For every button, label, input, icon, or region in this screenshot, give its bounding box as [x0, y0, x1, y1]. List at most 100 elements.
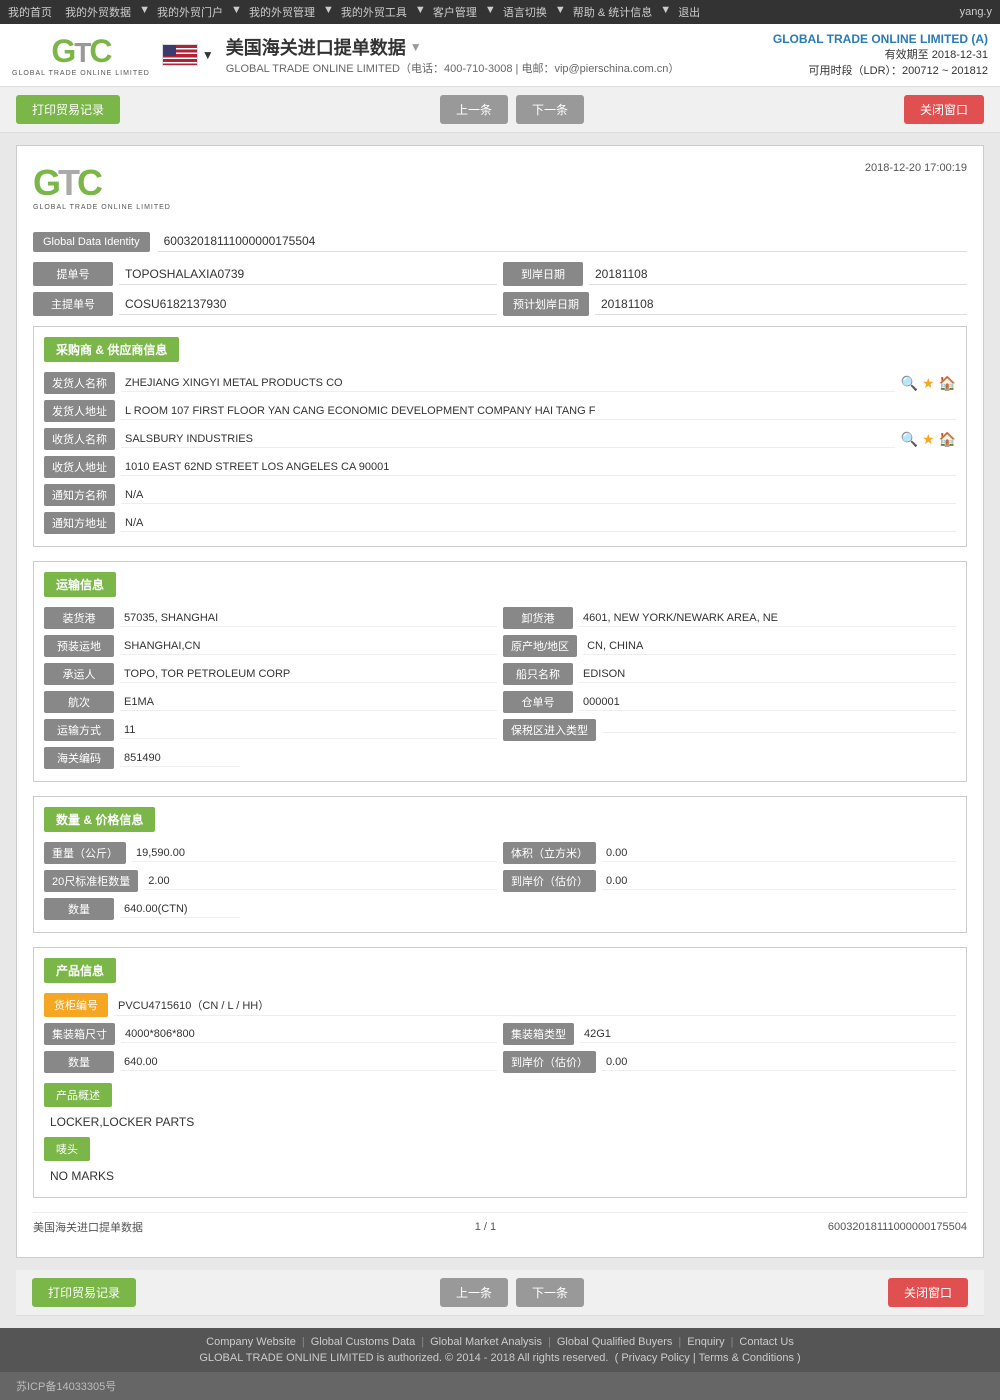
receiver-addr-row: 收货人地址 1010 EAST 62ND STREET LOS ANGELES … — [44, 456, 956, 478]
bill-no-field: 提单号 TOPOSHALAXIA0739 — [33, 262, 497, 286]
toolbar-left: 打印贸易记录 — [16, 95, 120, 124]
vessel-field: 船只名称 EDISON — [503, 663, 956, 685]
next-button-bottom[interactable]: 下一条 — [516, 1278, 584, 1307]
bill-row: 提单号 TOPOSHALAXIA0739 到岸日期 20181108 — [33, 262, 967, 286]
container20-field: 20尺标准柜数量 2.00 — [44, 870, 497, 892]
logo-subtitle: GLOBAL TRADE ONLINE LIMITED — [12, 70, 150, 77]
receiver-name-label: 收货人名称 — [44, 428, 115, 450]
unload-port-label: 卸货港 — [503, 607, 573, 629]
product-info-section: 产品信息 货柜编号 PVCU4715610（CN / L / HH） 集装箱尺寸… — [33, 947, 967, 1198]
prev-button-bottom[interactable]: 上一条 — [440, 1278, 508, 1307]
nav-logout[interactable]: 退出 — [678, 4, 700, 20]
product-desc-label: 产品概述 — [44, 1083, 112, 1107]
close-button-bottom[interactable]: 关闭窗口 — [888, 1278, 968, 1307]
doc-logo-area: GTC GLOBAL TRADE ONLINE LIMITED — [33, 162, 171, 211]
footer-global-market[interactable]: Global Market Analysis — [430, 1336, 542, 1348]
footer-global-customs[interactable]: Global Customs Data — [311, 1336, 416, 1348]
container20-price-row: 20尺标准柜数量 2.00 到岸价（估价） 0.00 — [44, 870, 956, 892]
arrive-price-field: 到岸价（估价） 0.00 — [503, 870, 956, 892]
container20-value: 2.00 — [144, 873, 497, 890]
bottom-toolbar-left: 打印贸易记录 — [32, 1278, 136, 1307]
company-info-line: GLOBAL TRADE ONLINE LIMITED（电话：400-710-3… — [226, 60, 680, 76]
header-right: GLOBAL TRADE ONLINE LIMITED (A) 有效期至 201… — [773, 32, 988, 78]
voyage-warehouse-row: 航次 E1MA 仓单号 000001 — [44, 691, 956, 713]
star-icon[interactable]: ★ — [922, 375, 935, 392]
page-header: GTC GLOBAL TRADE ONLINE LIMITED ▼ 美国海关进口… — [0, 24, 1000, 87]
container-type-label: 集装箱类型 — [503, 1023, 574, 1045]
toolbar-center: 上一条 下一条 — [440, 95, 584, 124]
footer-qualified-buyers[interactable]: Global Qualified Buyers — [557, 1336, 673, 1348]
voyage-value: E1MA — [120, 694, 497, 711]
header-left: GTC GLOBAL TRADE ONLINE LIMITED ▼ 美国海关进口… — [12, 33, 679, 77]
footer-copyright: GLOBAL TRADE ONLINE LIMITED is authorize… — [199, 1352, 608, 1364]
search-icon-2[interactable]: 🔍 — [901, 431, 918, 448]
doc-footer-pagination: 1 / 1 — [475, 1221, 496, 1233]
main-bill-value: COSU6182137930 — [119, 294, 497, 315]
us-flag — [162, 44, 198, 66]
nav-tools[interactable]: 我的外贸工具 — [341, 4, 407, 20]
nav-management[interactable]: 我的外贸管理 — [249, 4, 315, 20]
search-icon[interactable]: 🔍 — [901, 375, 918, 392]
weight-volume-row: 重量（公斤） 19,590.00 体积（立方米） 0.00 — [44, 842, 956, 864]
est-arrive-field: 预计划岸日期 20181108 — [503, 292, 967, 316]
next-button-top[interactable]: 下一条 — [516, 95, 584, 124]
nav-help[interactable]: 帮助 & 统计信息 — [573, 4, 652, 20]
container-type-value: 42G1 — [580, 1026, 956, 1043]
nav-home[interactable]: 我的首页 — [8, 4, 52, 20]
footer-enquiry[interactable]: Enquiry — [687, 1336, 724, 1348]
top-navigation: 我的首页 我的外贸数据 ▼ 我的外贸门户 ▼ 我的外贸管理 ▼ 我的外贸工具 ▼… — [0, 0, 1000, 24]
company-name-top: GLOBAL TRADE ONLINE LIMITED (A) — [773, 32, 988, 46]
hscode-row: 海关编码 851490 — [44, 747, 956, 769]
nav-trade-data[interactable]: 我的外贸数据 — [65, 4, 131, 20]
sender-name-row: 发货人名称 ZHEJIANG XINGYI METAL PRODUCTS CO … — [44, 372, 956, 394]
container-no-label: 货柜编号 — [44, 993, 108, 1017]
footer-terms[interactable]: Terms & Conditions — [699, 1352, 794, 1364]
document-container: GTC GLOBAL TRADE ONLINE LIMITED 2018-12-… — [16, 145, 984, 1258]
nav-portal[interactable]: 我的外贸门户 — [157, 4, 223, 20]
preload-label: 预装运地 — [44, 635, 114, 657]
sender-name-label: 发货人名称 — [44, 372, 115, 394]
origin-field: 原产地/地区 CN, CHINA — [503, 635, 956, 657]
page-title-area: 美国海关进口提单数据 ▼ GLOBAL TRADE ONLINE LIMITED… — [226, 34, 680, 76]
warehouse-value: 000001 — [579, 694, 956, 711]
flag-area: ▼ — [162, 44, 214, 66]
mark-value: NO MARKS — [44, 1165, 956, 1187]
receiver-name-value: SALSBURY INDUSTRIES — [121, 431, 895, 448]
sender-addr-label: 发货人地址 — [44, 400, 115, 422]
bottom-toolbar-center: 上一条 下一条 — [440, 1278, 584, 1307]
quantity-pi-label: 数量 — [44, 1051, 114, 1073]
nav-language[interactable]: 语言切换 — [503, 4, 547, 20]
est-arrive-label: 预计划岸日期 — [503, 292, 589, 316]
quantity-price-title: 数量 & 价格信息 — [44, 807, 155, 832]
quantity-value-qp: 640.00(CTN) — [120, 901, 240, 918]
receiver-addr-value: 1010 EAST 62ND STREET LOS ANGELES CA 900… — [121, 459, 956, 476]
star-icon-2[interactable]: ★ — [922, 431, 935, 448]
receiver-name-row: 收货人名称 SALSBURY INDUSTRIES 🔍 ★ 🏠 — [44, 428, 956, 450]
page-title-arrow[interactable]: ▼ — [410, 40, 422, 54]
icp-number: 苏ICP备14033305号 — [16, 1378, 116, 1394]
nav-customers[interactable]: 客户管理 — [433, 4, 477, 20]
container-no-value: PVCU4715610（CN / L / HH） — [114, 995, 956, 1016]
close-button-top[interactable]: 关闭窗口 — [904, 95, 984, 124]
preload-value: SHANGHAI,CN — [120, 638, 497, 655]
main-bill-field: 主提单号 COSU6182137930 — [33, 292, 497, 316]
quantity-pi-field: 数量 640.00 — [44, 1051, 497, 1073]
print-button-top[interactable]: 打印贸易记录 — [16, 95, 120, 124]
home-icon[interactable]: 🏠 — [939, 375, 956, 392]
footer-privacy[interactable]: Privacy Policy — [621, 1352, 689, 1364]
mark-label: 唛头 — [44, 1137, 90, 1161]
vessel-label: 船只名称 — [503, 663, 573, 685]
transport-mode-label: 运输方式 — [44, 719, 114, 741]
top-toolbar: 打印贸易记录 上一条 下一条 关闭窗口 — [0, 87, 1000, 133]
prev-button-top[interactable]: 上一条 — [440, 95, 508, 124]
home-icon-2[interactable]: 🏠 — [939, 431, 956, 448]
footer-company-website[interactable]: Company Website — [206, 1336, 296, 1348]
container20-label: 20尺标准柜数量 — [44, 870, 138, 892]
print-button-bottom[interactable]: 打印贸易记录 — [32, 1278, 136, 1307]
load-port-field: 装货港 57035, SHANGHAI — [44, 607, 497, 629]
gdi-value: 60032018111000000175504 — [158, 231, 967, 252]
volume-field: 体积（立方米） 0.00 — [503, 842, 956, 864]
footer-contact-us[interactable]: Contact Us — [739, 1336, 793, 1348]
sender-icons: 🔍 ★ 🏠 — [901, 375, 956, 392]
doc-logo: GTC — [33, 162, 171, 204]
